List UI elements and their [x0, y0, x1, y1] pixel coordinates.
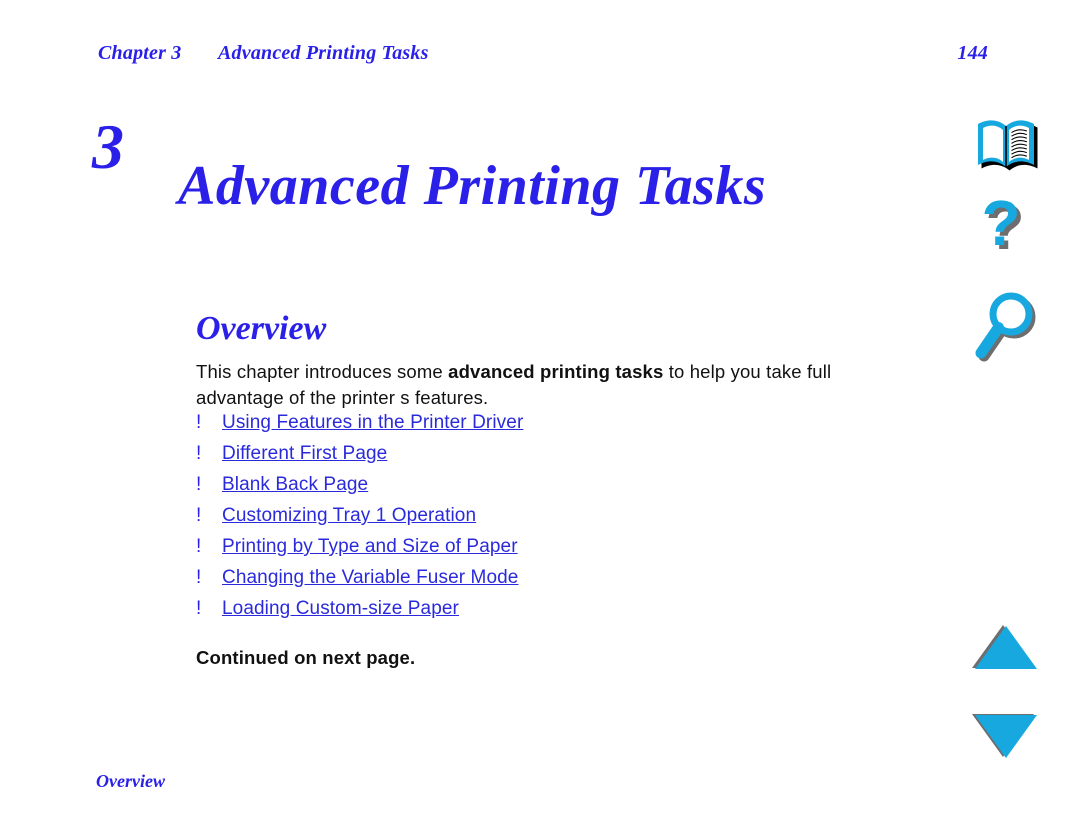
- link-using-features-in-the-printer-driver[interactable]: Using Features in the Printer Driver: [222, 411, 523, 435]
- running-header: Chapter 3 Advanced Printing Tasks 144: [98, 42, 988, 70]
- link-printing-by-type-and-size-of-paper[interactable]: Printing by Type and Size of Paper: [222, 535, 518, 559]
- magnifier-icon[interactable]: [972, 290, 1038, 366]
- page-title: Advanced Printing Tasks: [178, 154, 767, 217]
- running-header-page-number: 144: [957, 42, 988, 64]
- bullet-icon: !: [196, 443, 202, 464]
- document-page: Chapter 3 Advanced Printing Tasks 144 3 …: [0, 0, 1080, 834]
- question-mark-icon[interactable]: ? ?: [971, 187, 1039, 271]
- link-loading-custom-size-paper[interactable]: Loading Custom-size Paper: [222, 597, 459, 621]
- book-icon[interactable]: [969, 113, 1041, 173]
- link-blank-back-page[interactable]: Blank Back Page: [222, 473, 368, 497]
- intro-paragraph-emphasis: advanced printing tasks: [448, 360, 664, 382]
- list-item[interactable]: ! Printing by Type and Size of Paper: [196, 535, 916, 566]
- section-heading-overview: Overview: [196, 310, 327, 348]
- bullet-icon: !: [196, 474, 202, 495]
- link-changing-the-variable-fuser-mode[interactable]: Changing the Variable Fuser Mode: [222, 566, 518, 590]
- continued-on-next-page-note: Continued on next page.: [196, 647, 416, 668]
- intro-paragraph-lead: This chapter introduces some: [196, 360, 449, 382]
- running-header-chapter-label: Chapter 3: [98, 42, 182, 64]
- list-item[interactable]: ! Customizing Tray 1 Operation: [196, 504, 916, 535]
- list-item[interactable]: ! Blank Back Page: [196, 473, 916, 504]
- bullet-icon: !: [196, 412, 202, 433]
- list-item[interactable]: ! Loading Custom-size Paper: [196, 597, 916, 628]
- list-item[interactable]: ! Different First Page: [196, 442, 916, 473]
- bullet-icon: !: [196, 505, 202, 526]
- intro-paragraph: This chapter introduces some advanced pr…: [196, 359, 916, 411]
- bullet-icon: !: [196, 567, 202, 588]
- running-header-chapter-title: Advanced Printing Tasks: [218, 42, 429, 64]
- chapter-number: 3: [92, 111, 124, 182]
- bullet-icon: !: [196, 598, 202, 619]
- section-link-list: ! Using Features in the Printer Driver !…: [196, 411, 916, 628]
- link-customizing-tray-1-operation[interactable]: Customizing Tray 1 Operation: [222, 504, 476, 528]
- list-item[interactable]: ! Using Features in the Printer Driver: [196, 411, 916, 442]
- triangle-down-icon[interactable]: [972, 711, 1040, 761]
- svg-text:?: ?: [981, 195, 1020, 259]
- link-different-first-page[interactable]: Different First Page: [222, 442, 387, 466]
- bullet-icon: !: [196, 536, 202, 557]
- list-item[interactable]: ! Changing the Variable Fuser Mode: [196, 566, 916, 597]
- triangle-up-icon[interactable]: [972, 623, 1040, 673]
- page-footer-section-label: Overview: [96, 771, 165, 791]
- navigation-icon-rail: ? ?: [955, 100, 1055, 780]
